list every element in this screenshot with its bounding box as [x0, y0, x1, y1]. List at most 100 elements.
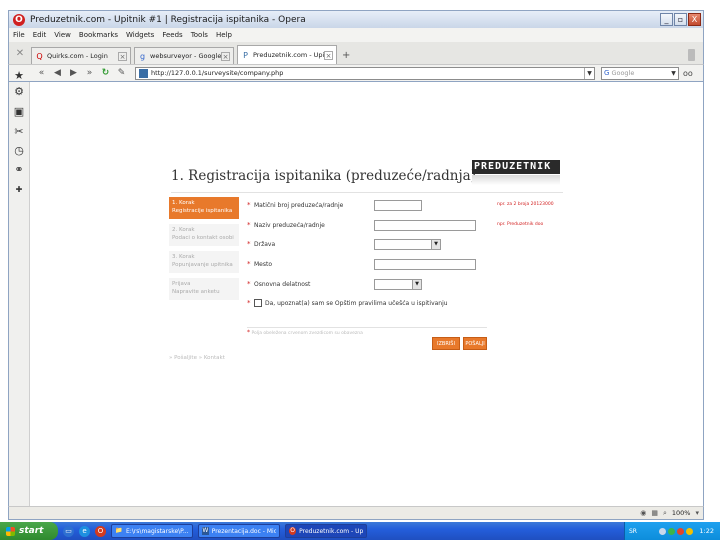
search-dropdown-icon[interactable]: ▼: [669, 70, 678, 77]
network-icon[interactable]: ◉: [640, 509, 646, 517]
agreement-checkbox[interactable]: [254, 299, 262, 307]
history-clock-icon[interactable]: ◷: [13, 145, 25, 157]
internet-explorer-icon[interactable]: e: [79, 525, 90, 537]
delatnost-select[interactable]: ▼: [374, 278, 422, 290]
status-bar: ◉ ▦ ⌕ 100% ▾: [8, 506, 704, 520]
links-chain-icon[interactable]: ⚭: [13, 164, 25, 176]
zoom-dropdown-icon[interactable]: ▾: [695, 509, 699, 517]
close-button[interactable]: X: [688, 13, 701, 26]
new-tab-button[interactable]: +: [342, 50, 350, 61]
task-opera[interactable]: O Preduzetnik.com - Upi...: [285, 524, 367, 538]
required-marker: *: [247, 329, 250, 336]
tab-favicon: g: [139, 51, 146, 61]
security-icon[interactable]: [668, 527, 676, 535]
step-2: 2. Korak Podaci o kontakt osobi: [169, 224, 239, 246]
menu-help[interactable]: Help: [216, 31, 232, 39]
field-row-naziv: * Naziv preduzeća/radnje: [247, 218, 476, 232]
zoom-level[interactable]: 100%: [672, 509, 691, 517]
tab-label: Preduzetnik.com - Upitnik ...: [253, 51, 324, 59]
tools-icon[interactable]: ✂: [13, 126, 25, 138]
menu-feeds[interactable]: Feeds: [162, 31, 182, 39]
tab-favicon: P: [243, 50, 248, 60]
site-icon: [139, 68, 148, 78]
tab-label: websurveyor - Google pre...: [150, 52, 221, 60]
volume-icon[interactable]: [659, 527, 667, 535]
windows-taskbar: start ▭ e O 📁 E:\rs\magistarske\P... W P…: [0, 522, 720, 540]
step-1[interactable]: 1. Korak Registracije ispitanika: [169, 197, 239, 219]
task-label: Preduzetnik.com - Upi...: [299, 527, 363, 535]
display-icon[interactable]: ▦: [651, 509, 658, 517]
step-title: 2. Korak: [172, 227, 195, 233]
tab-close-icon[interactable]: ×: [118, 51, 127, 61]
tab-close-icon[interactable]: ×: [221, 51, 230, 61]
zoom-icon[interactable]: ⌕: [663, 509, 667, 518]
menu-tools[interactable]: Tools: [191, 31, 208, 39]
back-arrow-icon[interactable]: ◀: [51, 68, 64, 78]
mesto-input[interactable]: [374, 258, 476, 270]
show-desktop-icon[interactable]: ▭: [63, 525, 74, 537]
address-dropdown-icon[interactable]: ▼: [584, 67, 594, 79]
word-icon: W: [202, 527, 209, 535]
footer-links[interactable]: » Pošaljite » Kontakt: [169, 355, 225, 361]
tab-websurveyor[interactable]: g websurveyor - Google pre... ×: [134, 47, 234, 64]
tab-quirks[interactable]: Q Quirks.com - Login ×: [31, 47, 131, 64]
rewind-icon[interactable]: «: [35, 68, 48, 78]
menu-file[interactable]: File: [13, 31, 25, 39]
form-divider: [247, 327, 487, 328]
menu-edit[interactable]: Edit: [33, 31, 47, 39]
folder-icon: 📁: [115, 527, 123, 534]
logo-reflection: [472, 175, 560, 185]
menu-view[interactable]: View: [54, 31, 71, 39]
menu-bar: File Edit View Bookmarks Widgets Feeds T…: [8, 28, 704, 42]
submit-button[interactable]: POŠALJI: [463, 337, 487, 350]
google-icon: G: [604, 69, 610, 77]
add-panel-icon[interactable]: ✚: [13, 184, 25, 196]
language-indicator[interactable]: SR: [629, 528, 637, 535]
maticni-broj-input[interactable]: [374, 199, 422, 211]
forward-arrow-icon[interactable]: ▶: [67, 68, 80, 78]
minimize-button[interactable]: _: [660, 13, 673, 26]
antivirus-icon[interactable]: [677, 527, 685, 535]
widgets-gear-icon[interactable]: ⚙: [13, 86, 25, 98]
task-explorer[interactable]: 📁 E:\rs\magistarske\P...: [111, 524, 193, 538]
logo-text: PREDUZETNIK: [472, 160, 560, 174]
opera-quicklaunch-icon[interactable]: O: [95, 525, 106, 537]
edit-pen-icon[interactable]: ✎: [115, 68, 128, 78]
naziv-input[interactable]: [374, 219, 476, 231]
windows-flag-icon: [6, 526, 15, 536]
chevron-down-icon: ▼: [431, 239, 440, 249]
opera-icon: O: [13, 13, 25, 26]
trash-icon[interactable]: [688, 49, 695, 61]
reload-icon[interactable]: ↻: [99, 68, 112, 78]
tab-preduzetnik[interactable]: P Preduzetnik.com - Upitnik ... ×: [237, 45, 337, 64]
step-login[interactable]: Prijava Napravite anketu: [169, 278, 239, 300]
field-label: Mesto: [254, 260, 273, 268]
drzava-select[interactable]: ▼: [374, 238, 441, 250]
page-title: 1. Registracija ispitanika (preduzeće/ra…: [171, 168, 476, 184]
tab-close-icon[interactable]: ×: [324, 50, 333, 60]
required-marker: *: [247, 221, 251, 229]
window-titlebar: O Preduzetnik.com - Upitnik #1 | Registr…: [8, 10, 704, 28]
search-box[interactable]: G Google ▼: [601, 66, 679, 80]
task-word[interactable]: W Prezentacija.doc - Micro...: [198, 524, 280, 538]
fast-forward-icon[interactable]: »: [83, 68, 96, 78]
required-note: * Polja obeležena crvenom zvezdicom su o…: [247, 329, 363, 336]
reset-button[interactable]: IZBRIŠI: [432, 337, 460, 350]
field-hint: npr. za 2 broja 20123000: [497, 202, 554, 207]
menu-bookmarks[interactable]: Bookmarks: [79, 31, 118, 39]
windows-panel-icon[interactable]: ▣: [13, 106, 25, 118]
closed-tabs-icon[interactable]: ✕: [13, 47, 27, 61]
step-subtitle: Podaci o kontakt osobi: [172, 235, 234, 241]
address-url[interactable]: http://127.0.0.1/surveysite/company.php: [151, 69, 584, 77]
maximize-button[interactable]: ▫: [674, 13, 687, 26]
network-tray-icon[interactable]: [686, 527, 694, 535]
window-controls: _ ▫ X: [660, 13, 701, 26]
start-button[interactable]: start: [0, 522, 58, 540]
clock: 1:22: [699, 527, 714, 535]
menu-widgets[interactable]: Widgets: [126, 31, 154, 39]
opera-unite-icon[interactable]: oo: [683, 69, 693, 78]
bookmarks-star-icon[interactable]: ★: [13, 70, 25, 82]
chevron-down-icon: ▼: [412, 279, 421, 289]
search-input[interactable]: Google: [611, 69, 669, 77]
address-bar[interactable]: http://127.0.0.1/surveysite/company.php …: [135, 66, 595, 80]
